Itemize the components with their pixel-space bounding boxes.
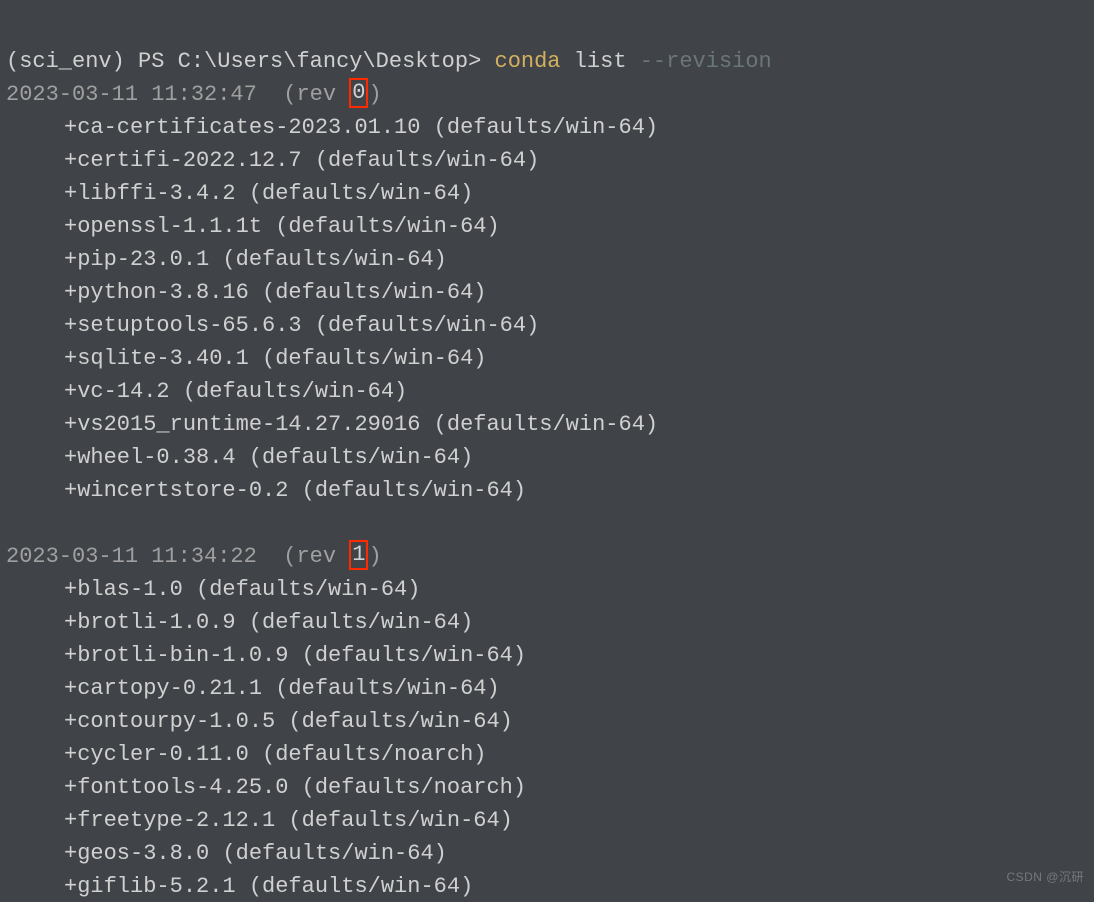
rev1-pkg: +cycler-0.11.0 (defaults/noarch)	[64, 742, 486, 767]
rev1-label-pre: (rev	[257, 544, 349, 569]
rev0-label-post: )	[368, 82, 381, 107]
rev1-pkg: +cartopy-0.21.1 (defaults/win-64)	[64, 676, 500, 701]
rev1-pkg: +freetype-2.12.1 (defaults/win-64)	[64, 808, 513, 833]
rev0-pkg: +openssl-1.1.1t (defaults/win-64)	[64, 214, 500, 239]
rev0-pkg: +ca-certificates-2023.01.10 (defaults/wi…	[64, 115, 658, 140]
rev1-label-post: )	[368, 544, 381, 569]
prompt-shell: PS	[138, 49, 164, 74]
rev0-pkg: +setuptools-65.6.3 (defaults/win-64)	[64, 313, 539, 338]
cmd-conda: conda	[495, 49, 561, 74]
rev1-number-highlight: 1	[349, 540, 368, 570]
rev1-pkg: +brotli-bin-1.0.9 (defaults/win-64)	[64, 643, 526, 668]
watermark-text: CSDN @沉研	[1006, 861, 1084, 894]
rev0-number-highlight: 0	[349, 78, 368, 108]
rev0-pkg: +pip-23.0.1 (defaults/win-64)	[64, 247, 447, 272]
rev0-pkg: +libffi-3.4.2 (defaults/win-64)	[64, 181, 473, 206]
rev0-label-pre: (rev	[257, 82, 349, 107]
rev0-pkg: +wheel-0.38.4 (defaults/win-64)	[64, 445, 473, 470]
rev1-pkg: +giflib-5.2.1 (defaults/win-64)	[64, 874, 473, 899]
rev0-timestamp: 2023-03-11 11:32:47	[6, 82, 257, 107]
rev0-pkg: +vs2015_runtime-14.27.29016 (defaults/wi…	[64, 412, 658, 437]
rev0-pkg: +vc-14.2 (defaults/win-64)	[64, 379, 407, 404]
rev1-timestamp: 2023-03-11 11:34:22	[6, 544, 257, 569]
rev0-pkg: +sqlite-3.40.1 (defaults/win-64)	[64, 346, 486, 371]
prompt-line: (sci_env) PS C:\Users\fancy\Desktop> con…	[6, 49, 772, 74]
rev1-pkg: +brotli-1.0.9 (defaults/win-64)	[64, 610, 473, 635]
rev0-pkg: +wincertstore-0.2 (defaults/win-64)	[64, 478, 526, 503]
revision-header-0: 2023-03-11 11:32:47 (rev 0)	[6, 82, 382, 107]
cmd-flag: --revision	[640, 49, 772, 74]
rev1-pkg: +contourpy-1.0.5 (defaults/win-64)	[64, 709, 513, 734]
rev0-pkg: +certifi-2022.12.7 (defaults/win-64)	[64, 148, 539, 173]
terminal-output[interactable]: (sci_env) PS C:\Users\fancy\Desktop> con…	[0, 0, 1094, 902]
cmd-list: list	[574, 49, 627, 74]
rev1-pkg: +fonttools-4.25.0 (defaults/noarch)	[64, 775, 526, 800]
prompt-path: C:\Users\fancy\Desktop>	[178, 49, 482, 74]
rev1-pkg: +geos-3.8.0 (defaults/win-64)	[64, 841, 447, 866]
rev0-pkg: +python-3.8.16 (defaults/win-64)	[64, 280, 486, 305]
revision-header-1: 2023-03-11 11:34:22 (rev 1)	[6, 544, 382, 569]
prompt-env: (sci_env)	[6, 49, 125, 74]
rev1-pkg: +blas-1.0 (defaults/win-64)	[64, 577, 420, 602]
